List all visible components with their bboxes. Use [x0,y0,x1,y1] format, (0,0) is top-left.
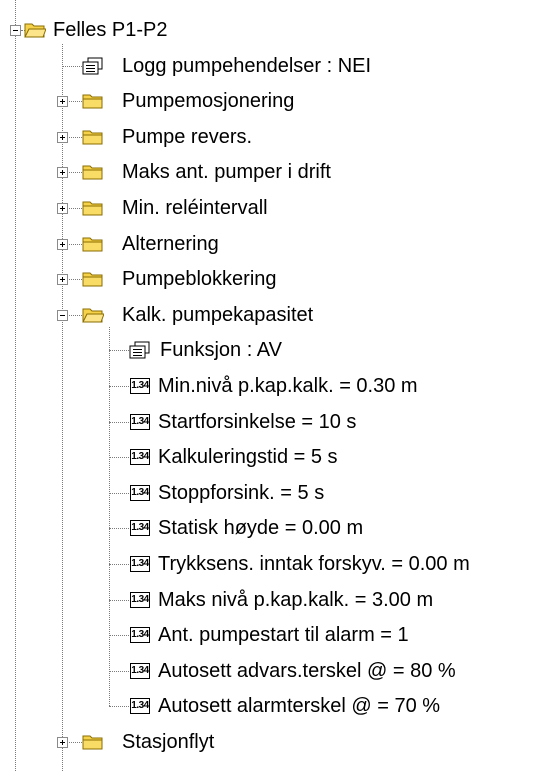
tree-line [109,670,129,672]
expander-1[interactable] [57,96,68,108]
expander-6[interactable] [57,274,68,286]
numeric-icon: 1.34 [130,378,150,394]
folder-icon [82,199,104,217]
tree-leaf-11[interactable]: Autosett alarmterskel @ = 70 % [158,694,440,718]
folder-icon [82,128,104,146]
folder-open-icon [82,306,105,324]
tree-line [109,421,129,423]
numeric-icon: 1.34 [130,520,150,537]
numeric-icon: 1.34 [130,591,150,608]
tree-line [109,528,129,530]
tree-line [109,492,129,494]
tree-line [109,564,129,565]
expander-4[interactable] [57,203,68,214]
tree-leaf-8[interactable]: Maks nivå p.kap.kalk. = 3.00 m [158,588,433,612]
tree-line [109,350,129,352]
folder-icon [82,163,104,181]
tree-item-6[interactable]: Alternering [122,232,219,256]
tree-leaf-1[interactable]: Funksjon : AV [160,338,282,362]
tree-item-9[interactable]: Stasjonflyt [122,730,214,754]
expander-5[interactable] [57,238,68,250]
numeric-icon: 1.34 [130,662,150,679]
list-icon [129,341,151,359]
numeric-icon: 1.34 [130,698,150,715]
tree-item-5[interactable]: Min. reléintervall [122,196,268,220]
tree-line [109,386,129,387]
numeric-icon: 1.34 [130,484,150,501]
numeric-icon: 1.34 [130,627,150,644]
numeric-icon: 1.34 [130,556,150,572]
tree-item-2[interactable]: Pumpemosjonering [122,89,294,113]
expander-2[interactable] [57,131,68,143]
tree-line-level2 [109,326,110,707]
tree-leaf-5[interactable]: Stoppforsink. = 5 s [158,481,324,505]
numeric-icon: 1.34 [130,449,150,466]
tree-item-3[interactable]: Pumpe revers. [122,125,252,149]
folder-icon [82,235,104,253]
expander-8[interactable] [57,737,68,748]
folder-open-icon [24,21,47,39]
expander-7[interactable] [57,309,68,321]
tree-line-left [15,0,16,771]
tree-item-felles-p1-p2[interactable]: Felles P1-P2 [53,18,168,42]
tree-leaf-3[interactable]: Startforsinkelse = 10 s [158,410,356,434]
numeric-icon: 1.34 [130,413,150,430]
expander-3[interactable] [57,167,68,179]
tree-line [109,706,129,708]
tree-item-4[interactable]: Maks ant. pumper i drift [122,160,331,184]
tree-line [109,599,129,601]
root-expander[interactable] [10,25,21,36]
tree-leaf-7[interactable]: Trykksens. inntak forskyv. = 0.00 m [158,552,470,576]
list-icon [82,57,104,75]
tree-leaf-4[interactable]: Kalkuleringstid = 5 s [158,445,338,469]
tree-item-1[interactable]: Logg pumpehendelser : NEI [122,54,371,78]
tree-leaf-6[interactable]: Statisk høyde = 0.00 m [158,516,363,540]
tree-item-7[interactable]: Pumpeblokkering [122,267,277,291]
folder-icon [82,733,104,751]
tree-line [109,457,129,459]
tree-line [109,635,129,637]
tree-line-level1 [62,44,63,771]
tree-view[interactable]: Felles P1-P2 Logg pumpehendelser : NEI Pum… [0,0,535,771]
tree-item-8[interactable]: Kalk. pumpekapasitet [122,303,313,327]
tree-leaf-2[interactable]: Min.nivå p.kap.kalk. = 0.30 m [158,374,418,398]
tree-leaf-9[interactable]: Ant. pumpestart til alarm = 1 [158,623,409,647]
folder-icon [82,92,104,110]
tree-leaf-10[interactable]: Autosett advars.terskel @ = 80 % [158,659,456,683]
folder-icon [82,270,104,288]
